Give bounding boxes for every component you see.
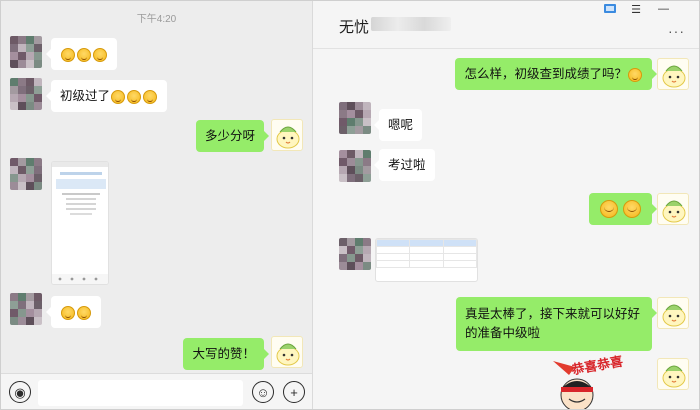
grin-emoji-icon (93, 47, 107, 62)
shy-emoji-icon (61, 305, 75, 320)
message-text: 怎么样，初级查到成绩了吗？ (464, 67, 627, 81)
contact-avatar[interactable] (10, 293, 42, 325)
image-message[interactable] (375, 238, 478, 282)
message-bubble[interactable] (46, 38, 117, 70)
minimize-icon[interactable]: — (658, 3, 669, 15)
screenshot-image-message[interactable] (51, 161, 109, 285)
message-text: 考过啦 (388, 158, 426, 172)
desktop-chat-panel: 无忧 ☰ — ··· 怎么样，初级查到成绩了吗？ 嗯呢 考过啦 真是太棒了，接下… (313, 1, 699, 409)
message-bubble-self[interactable]: 怎么样，初级查到成绩了吗？ (455, 58, 657, 90)
self-avatar[interactable] (657, 297, 689, 329)
plus-icon[interactable]: + (283, 381, 305, 403)
chick-avatar-icon (276, 126, 300, 149)
contact-avatar[interactable] (339, 102, 371, 134)
contact-avatar[interactable] (10, 36, 42, 68)
emoji-icon[interactable]: ☺ (252, 381, 274, 403)
message-bubble-self[interactable]: 真是太棒了，接下来就可以好好的准备中级啦 (456, 297, 657, 351)
message-bubble[interactable] (46, 296, 101, 328)
contact-avatar[interactable] (339, 238, 371, 270)
message-text: 初级过了 (60, 89, 111, 103)
grin-emoji-icon (77, 47, 91, 62)
message-bubble-self[interactable] (588, 193, 658, 225)
chick-avatar-icon (662, 200, 686, 223)
more-options-icon[interactable]: ··· (668, 23, 685, 39)
pin-icon[interactable] (603, 3, 617, 18)
chat-timestamp: 下午4:20 (136, 14, 177, 25)
grin-emoji-icon (61, 47, 75, 62)
screenshot-thumbnail (52, 162, 108, 284)
blurred-name (371, 17, 451, 31)
message-text: 嗯呢 (388, 118, 414, 132)
wink-emoji-icon (628, 67, 642, 82)
message-bubble-self[interactable]: 大写的赞！ (183, 338, 269, 370)
message-input[interactable] (38, 380, 243, 406)
score-table-thumbnail (376, 239, 477, 268)
contact-avatar[interactable] (10, 158, 42, 190)
contact-avatar[interactable] (10, 78, 42, 110)
fist-emoji-icon (623, 200, 641, 218)
grin-emoji-icon (111, 89, 126, 104)
self-avatar[interactable] (657, 358, 689, 390)
chat-title: 无忧 (339, 19, 370, 36)
message-bubble[interactable]: 初级过了 (45, 80, 168, 112)
mobile-chat-panel: 下午4:20 初级过了 多少分呀 大写的赞！ ◉ ☺ + (1, 1, 312, 409)
self-avatar[interactable] (657, 58, 689, 90)
grin-emoji-icon (127, 89, 142, 104)
message-bubble[interactable]: 嗯呢 (373, 109, 423, 141)
message-bubble[interactable]: 考过啦 (374, 149, 435, 181)
chick-avatar-icon (662, 65, 686, 88)
shy-emoji-icon (77, 305, 91, 320)
message-text: 真是太棒了，接下来就可以好好的准备中级啦 (465, 307, 641, 340)
voice-icon[interactable]: ◉ (9, 381, 31, 403)
menu-icon[interactable]: ☰ (631, 3, 641, 16)
message-text: 大写的赞！ (192, 347, 255, 361)
chick-avatar-icon (662, 304, 686, 327)
contact-avatar[interactable] (339, 150, 371, 182)
self-avatar[interactable] (271, 336, 303, 368)
message-text: 多少分呀 (204, 129, 255, 143)
congrats-sticker[interactable]: 恭喜恭喜 (547, 353, 643, 409)
chick-avatar-icon (662, 365, 686, 388)
chick-avatar-icon (276, 343, 300, 366)
self-avatar[interactable] (271, 119, 303, 151)
message-bubble-self[interactable]: 多少分呀 (195, 120, 270, 152)
chat-header: 无忧 ☰ — ··· (313, 1, 699, 49)
fist-emoji-icon (599, 200, 618, 218)
chat-input-bar: ◉ ☺ + (1, 373, 312, 409)
grin-emoji-icon (143, 89, 158, 104)
self-avatar[interactable] (657, 193, 689, 225)
